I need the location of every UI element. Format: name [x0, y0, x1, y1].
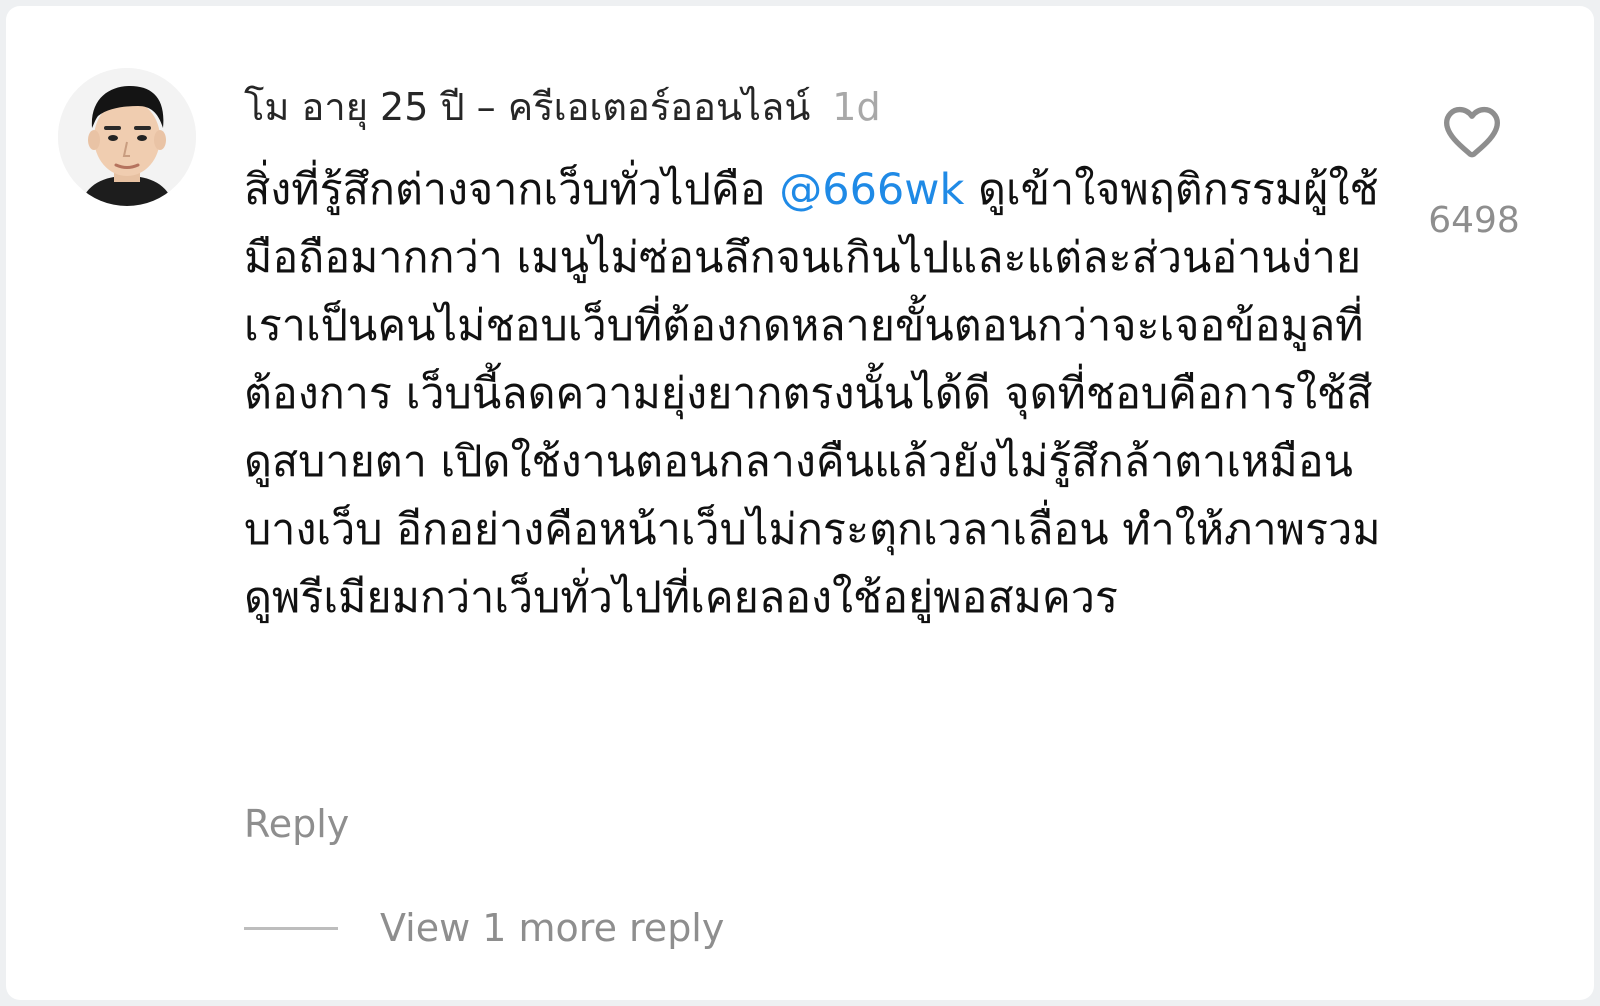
comment-text-after: ดูเข้าใจพฤติกรรมผู้ใช้มือถือมากกว่า เมนู… — [244, 165, 1381, 623]
comment-time: 1d — [832, 85, 881, 129]
comment-text-before: สิ่งที่รู้สึกต่างจากเว็บทั่วไปคือ — [244, 165, 780, 215]
view-more-divider — [244, 926, 338, 930]
comment-card: โม อายุ 25 ปี – ครีเอเตอร์ออนไลน์ 1d สิ่… — [6, 6, 1594, 1000]
like-count: 6498 — [1428, 200, 1520, 241]
like-button[interactable] — [1440, 100, 1504, 164]
view-more-replies-button[interactable]: View 1 more reply — [244, 906, 724, 950]
view-more-label: View 1 more reply — [380, 906, 725, 950]
heart-outline-icon — [1444, 106, 1500, 158]
avatar-image — [58, 68, 196, 206]
reply-button[interactable]: Reply — [244, 802, 349, 846]
avatar[interactable] — [58, 68, 196, 206]
comment-header: โม อายุ 25 ปี – ครีเอเตอร์ออนไลน์ 1d — [244, 76, 881, 132]
mention-link[interactable]: @666wk — [779, 165, 964, 215]
author-name[interactable]: โม อายุ 25 ปี – ครีเอเตอร์ออนไลน์ — [244, 76, 810, 137]
comment-text: สิ่งที่รู้สึกต่างจากเว็บทั่วไปคือ @666wk… — [244, 156, 1384, 632]
